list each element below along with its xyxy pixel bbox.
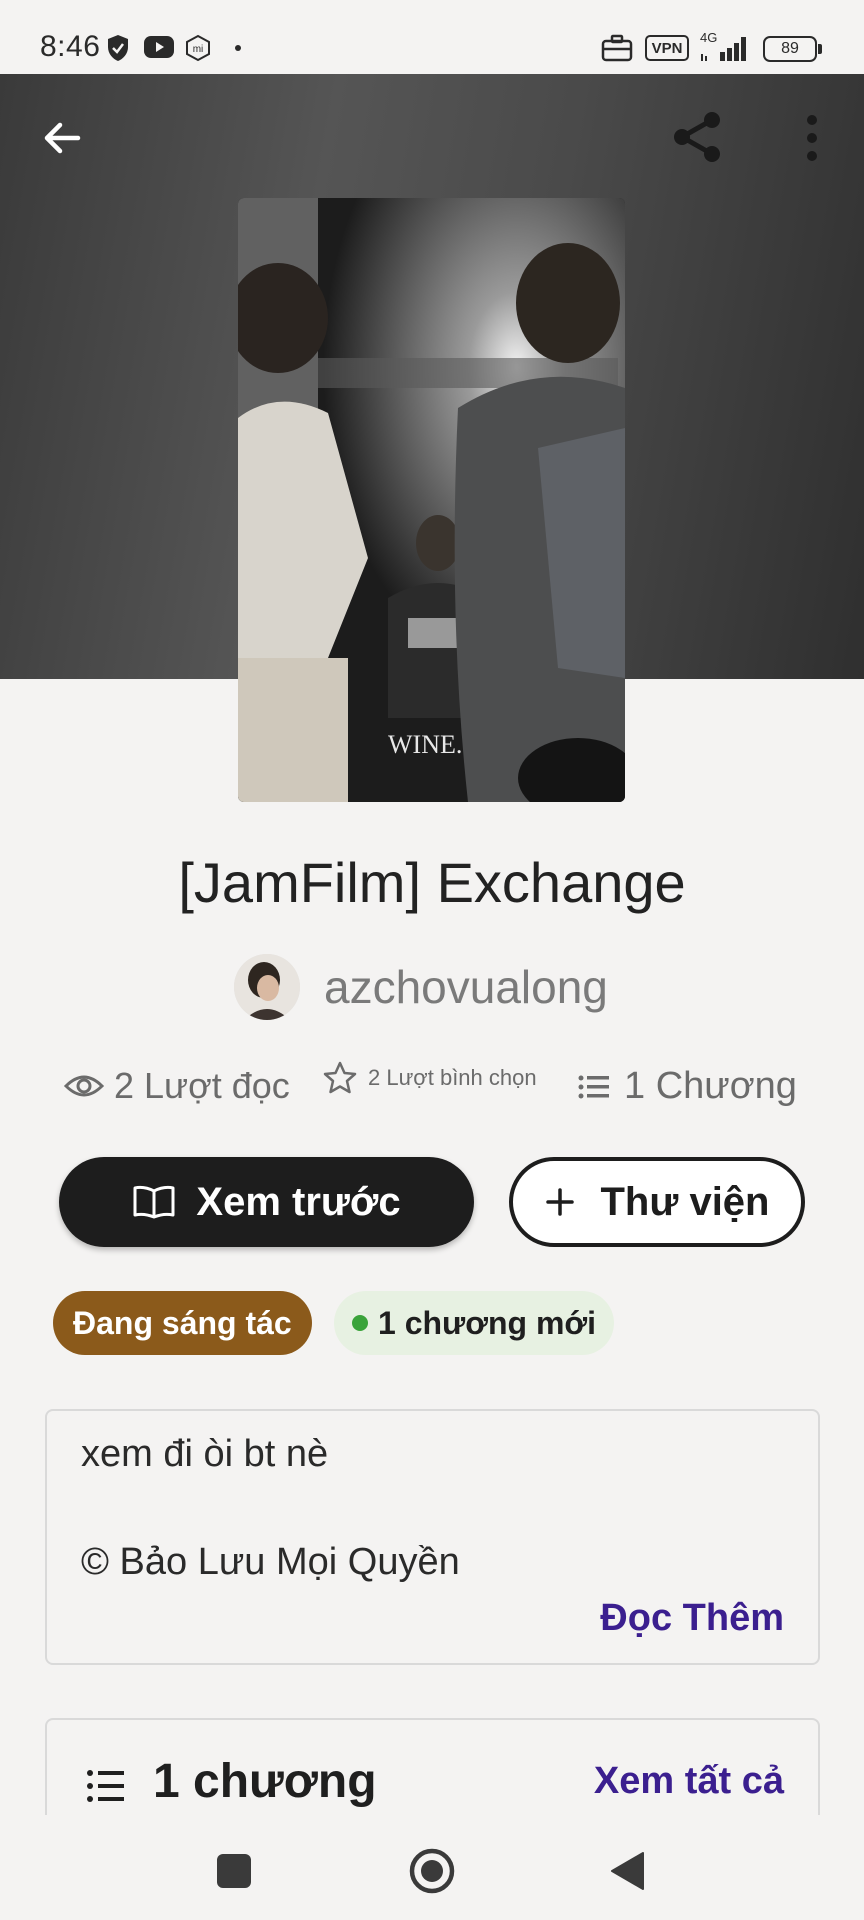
back-arrow-icon[interactable] [38, 114, 86, 162]
description-card: xem đi òi bt nè © Bảo Lưu Mọi Quyền Đọc … [45, 1409, 820, 1665]
chapters-count: 1 Chương [624, 1065, 797, 1107]
reads-stat: 2 Lượt đọc [64, 1065, 290, 1107]
chapter-list-icon [87, 1770, 124, 1802]
chapters-stat: 1 Chương [578, 1065, 797, 1108]
preview-label: Xem trước [196, 1179, 401, 1224]
chapters-title: 1 chương [153, 1755, 377, 1808]
cover-caption: WINE. [388, 730, 462, 759]
vpn-label: VPN [651, 39, 683, 57]
votes-count: 2 Lượt bình chọn [368, 1065, 537, 1090]
battery-indicator: 89 [763, 36, 817, 62]
story-cover-image[interactable]: WINE. [238, 198, 625, 802]
add-to-library-button[interactable]: Thư viện [509, 1157, 805, 1247]
copyright-text: © Bảo Lưu Mọi Quyền [81, 1541, 460, 1583]
briefcase-icon [601, 34, 633, 62]
plus-icon [545, 1188, 574, 1216]
eye-icon [64, 1075, 104, 1097]
new-chapters-label: 1 chương mới [378, 1304, 597, 1341]
author-row[interactable]: azchovualong [234, 952, 608, 1022]
status-badge-label: Đang sáng tác [73, 1304, 292, 1341]
battery-level: 89 [781, 40, 799, 57]
description-text: xem đi òi bt nè [81, 1433, 329, 1475]
new-indicator-dot-icon [352, 1315, 368, 1331]
book-icon [133, 1185, 175, 1219]
more-options-icon[interactable] [796, 110, 828, 166]
new-chapters-badge: 1 chương mới [334, 1291, 615, 1355]
reads-count: 2 Lượt đọc [114, 1065, 290, 1106]
read-more-link[interactable]: Đọc Thêm [600, 1597, 784, 1640]
shield-icon [108, 35, 128, 61]
status-bar: 8:46 mi VPN 4G 89 [0, 0, 864, 74]
youtube-icon [144, 36, 174, 58]
star-icon [323, 1061, 357, 1094]
notification-dot-icon [235, 45, 241, 51]
avatar-image [234, 954, 300, 1020]
back-nav-icon[interactable] [609, 1851, 645, 1891]
mi-icon: mi [186, 34, 210, 62]
recent-apps-icon[interactable] [216, 1853, 252, 1889]
home-icon[interactable] [408, 1847, 456, 1895]
system-navigation-bar [0, 1815, 864, 1920]
author-name[interactable]: azchovualong [324, 960, 608, 1014]
svg-text:mi: mi [193, 44, 204, 55]
list-icon [578, 1075, 609, 1098]
battery-tip-icon [818, 44, 822, 54]
share-icon[interactable] [668, 108, 726, 166]
story-stats: 2 Lượt đọc 2 Lượt bình chọn 1 Chương [0, 1060, 864, 1120]
library-label: Thư viện [600, 1179, 770, 1224]
signal-icon [701, 37, 746, 61]
preview-button[interactable]: Xem trước [59, 1157, 474, 1247]
author-avatar[interactable] [234, 954, 300, 1020]
story-title: [JamFilm] Exchange [178, 851, 686, 914]
votes-stat: 2 Lượt bình chọn [322, 1060, 537, 1096]
see-all-link[interactable]: Xem tất cả [594, 1760, 784, 1803]
cover-artwork: WINE. [238, 198, 625, 802]
status-time: 8:46 [40, 30, 101, 63]
status-badge: Đang sáng tác [53, 1291, 312, 1355]
vpn-badge: VPN [645, 35, 689, 61]
